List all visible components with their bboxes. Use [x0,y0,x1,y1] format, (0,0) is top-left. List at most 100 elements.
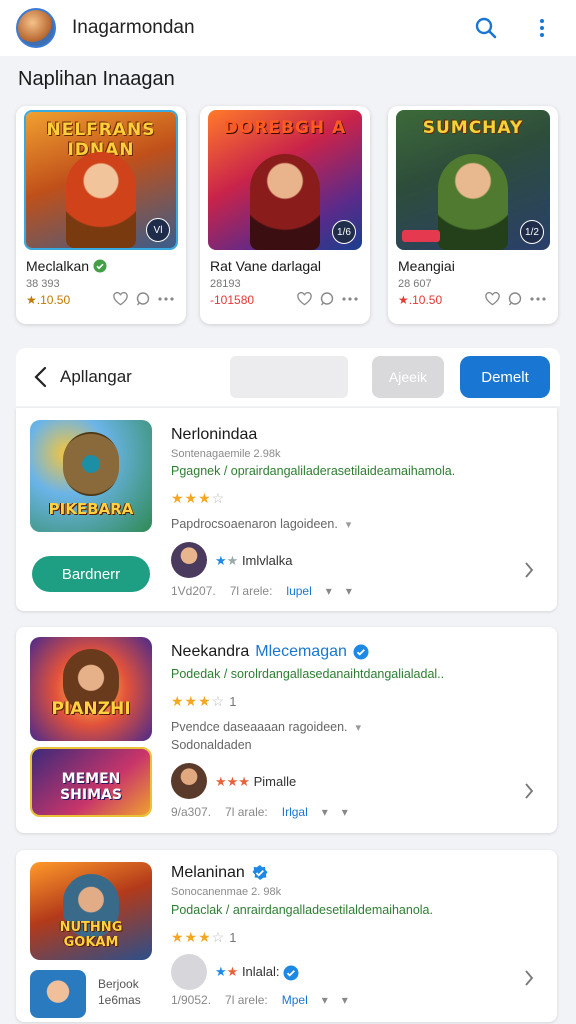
search-icon[interactable] [468,10,504,46]
featured-thumbnail[interactable]: NELFRANS IDNAN Vl [24,110,178,250]
footer-label: 7l arele: [225,993,268,1007]
chevron-down-icon[interactable]: ▾ [342,805,348,819]
list-art-title-secondary: MEMEN SHIMAS [60,771,122,803]
featured-art-title: SUMCHAY [422,118,524,138]
list-thumbnail[interactable]: NUTHNG GOKAM [30,862,152,960]
featured-rating: ★.10.50 [398,293,443,307]
list-item[interactable]: NUTHNG GOKAM Berjook 1e6mas Melaninan So… [16,850,557,1022]
footer-icon: ▾ [321,993,328,1007]
featured-name: Meangiai [398,258,455,274]
list-note-2: Sodonaldaden [171,738,252,752]
footer-link[interactable]: Mpel [282,993,308,1007]
featured-name-text: Meclalkan [26,258,90,274]
list-footer: 9/a307. 7l arale: Irlgal ▾ ▾ [171,805,348,819]
footer-date: 9/a307. [171,805,212,819]
list-description: Podaclak / anrairdangalladesetilaldemaih… [171,903,433,917]
list-title: Nerlonindaa [171,426,257,444]
install-button[interactable]: Bardnerr [32,556,150,592]
verified-icon [252,865,268,880]
toolbar-title: Apllangar [60,367,132,386]
mini-thumbnail[interactable] [30,970,86,1018]
heart-icon[interactable] [485,292,500,306]
featured-name: Rat Vane darlagal [210,258,321,274]
secondary-button[interactable]: Ajeeik [372,356,444,398]
back-icon[interactable] [26,363,54,391]
featured-sub: 28193 [210,278,241,290]
footer-link[interactable]: lupel [286,584,311,598]
chevron-down-icon[interactable]: ▾ [356,722,362,734]
rating-stars: ★★★☆ 1 [171,929,238,945]
heart-icon[interactable] [297,292,312,306]
chevron-down-icon[interactable]: ▾ [346,519,352,531]
featured-actions [485,292,546,306]
footer-label: 7l arele: [229,584,273,598]
mini-label: Berjook 1e6mas [98,977,141,1007]
featured-actions [297,292,358,306]
list-thumbnail[interactable]: PIKEBARA [30,420,152,532]
app-logo-icon[interactable] [16,8,56,48]
list-item[interactable]: PIKEBARA Bardnerr Nerlonindaa Sontenagae… [16,408,557,611]
list-title: Neekandra Mlecemagan [171,643,369,661]
avatar[interactable] [171,542,207,578]
more-horizontal-icon[interactable] [530,297,546,301]
featured-card[interactable]: SUMCHAY 1/2 Meangiai 28 607 ★.10.50 [388,106,558,324]
featured-thumbnail[interactable]: DOREBGH A 1/6 [208,110,362,250]
footer-icon: ▾ [321,805,328,819]
list-thumbnail[interactable]: PIANZHI [30,637,152,741]
footer-link[interactable]: Irlgal [282,805,308,819]
list-description: Podedak / sorolrdangallasedanaihtdangali… [171,667,445,681]
user-name: Pimalle [253,774,297,789]
footer-icon: ▾ [325,584,332,598]
user-name: Imlvlalka [241,553,293,568]
search-field[interactable] [230,356,348,398]
featured-name: Meclalkan [26,258,107,274]
verified-icon [353,644,369,660]
chevron-right-icon[interactable] [519,560,539,580]
featured-badge: Vl [146,218,170,242]
list-description: Pgagnek / oprairdangaliladerasetilaideam… [171,464,456,478]
chevron-down-icon[interactable]: ▾ [342,993,348,1007]
list-title-text: Melaninan [171,864,245,881]
footer-date: 1Vd207. [171,584,216,598]
list-title-accent: Mlecemagan [255,643,347,660]
list-meta: Sonocanenmae 2. 98k [171,886,282,898]
featured-sub: 28 607 [398,278,432,290]
featured-thumbnail[interactable]: SUMCHAY 1/2 [396,110,550,250]
list-thumbnail-secondary[interactable]: MEMEN SHIMAS [30,747,152,817]
featured-card[interactable]: DOREBGH A 1/6 Rat Vane darlagal 28193 -1… [200,106,370,324]
app-title: Inagarmondan [72,17,195,38]
primary-button[interactable]: Demelt [460,356,550,398]
list-art-title: PIANZHI [51,699,131,719]
avatar[interactable] [171,763,207,799]
chevron-right-icon[interactable] [519,781,539,801]
footer-date: 1/9052. [171,993,212,1007]
comment-icon[interactable] [136,292,150,306]
rating-count: 1 [229,694,238,709]
heart-icon[interactable] [113,292,128,306]
avatar[interactable] [171,954,207,990]
more-horizontal-icon[interactable] [342,297,358,301]
user-line: ★★★ Pimalle [215,774,297,789]
list-toolbar: Apllangar Ajeeik Demelt [16,348,560,406]
featured-badge: 1/6 [332,220,356,244]
more-vertical-icon[interactable] [524,10,560,46]
featured-name-text: Rat Vane darlagal [210,258,322,274]
list-footer: 1/9052. 7l arele: Mpel ▾ ▾ [171,993,348,1007]
featured-sub: 38 393 [26,278,60,290]
footer-label: 7l arale: [225,805,268,819]
user-name: Inlalal: [241,964,280,979]
more-horizontal-icon[interactable] [158,297,174,301]
list-note-text: Pvendce daseaaaan ragoideen. [171,720,348,734]
chevron-down-icon[interactable]: ▾ [346,584,352,598]
list-footer: 1Vd207. 7l arele: lupel ▾ ▾ [171,584,352,598]
user-line: ★★ Inlalal: [215,964,299,981]
featured-name-text: Meangiai [398,258,455,274]
app-bar: Inagarmondan [0,0,576,56]
list-title-text: Nerlonindaa [171,426,258,443]
list-item[interactable]: PIANZHI MEMEN SHIMAS Neekandra Mlecemaga… [16,627,557,833]
featured-card[interactable]: NELFRANS IDNAN Vl Meclalkan 38 393 ★.10.… [16,106,186,324]
comment-icon[interactable] [508,292,522,306]
verified-icon [283,965,299,981]
chevron-right-icon[interactable] [519,968,539,988]
comment-icon[interactable] [320,292,334,306]
